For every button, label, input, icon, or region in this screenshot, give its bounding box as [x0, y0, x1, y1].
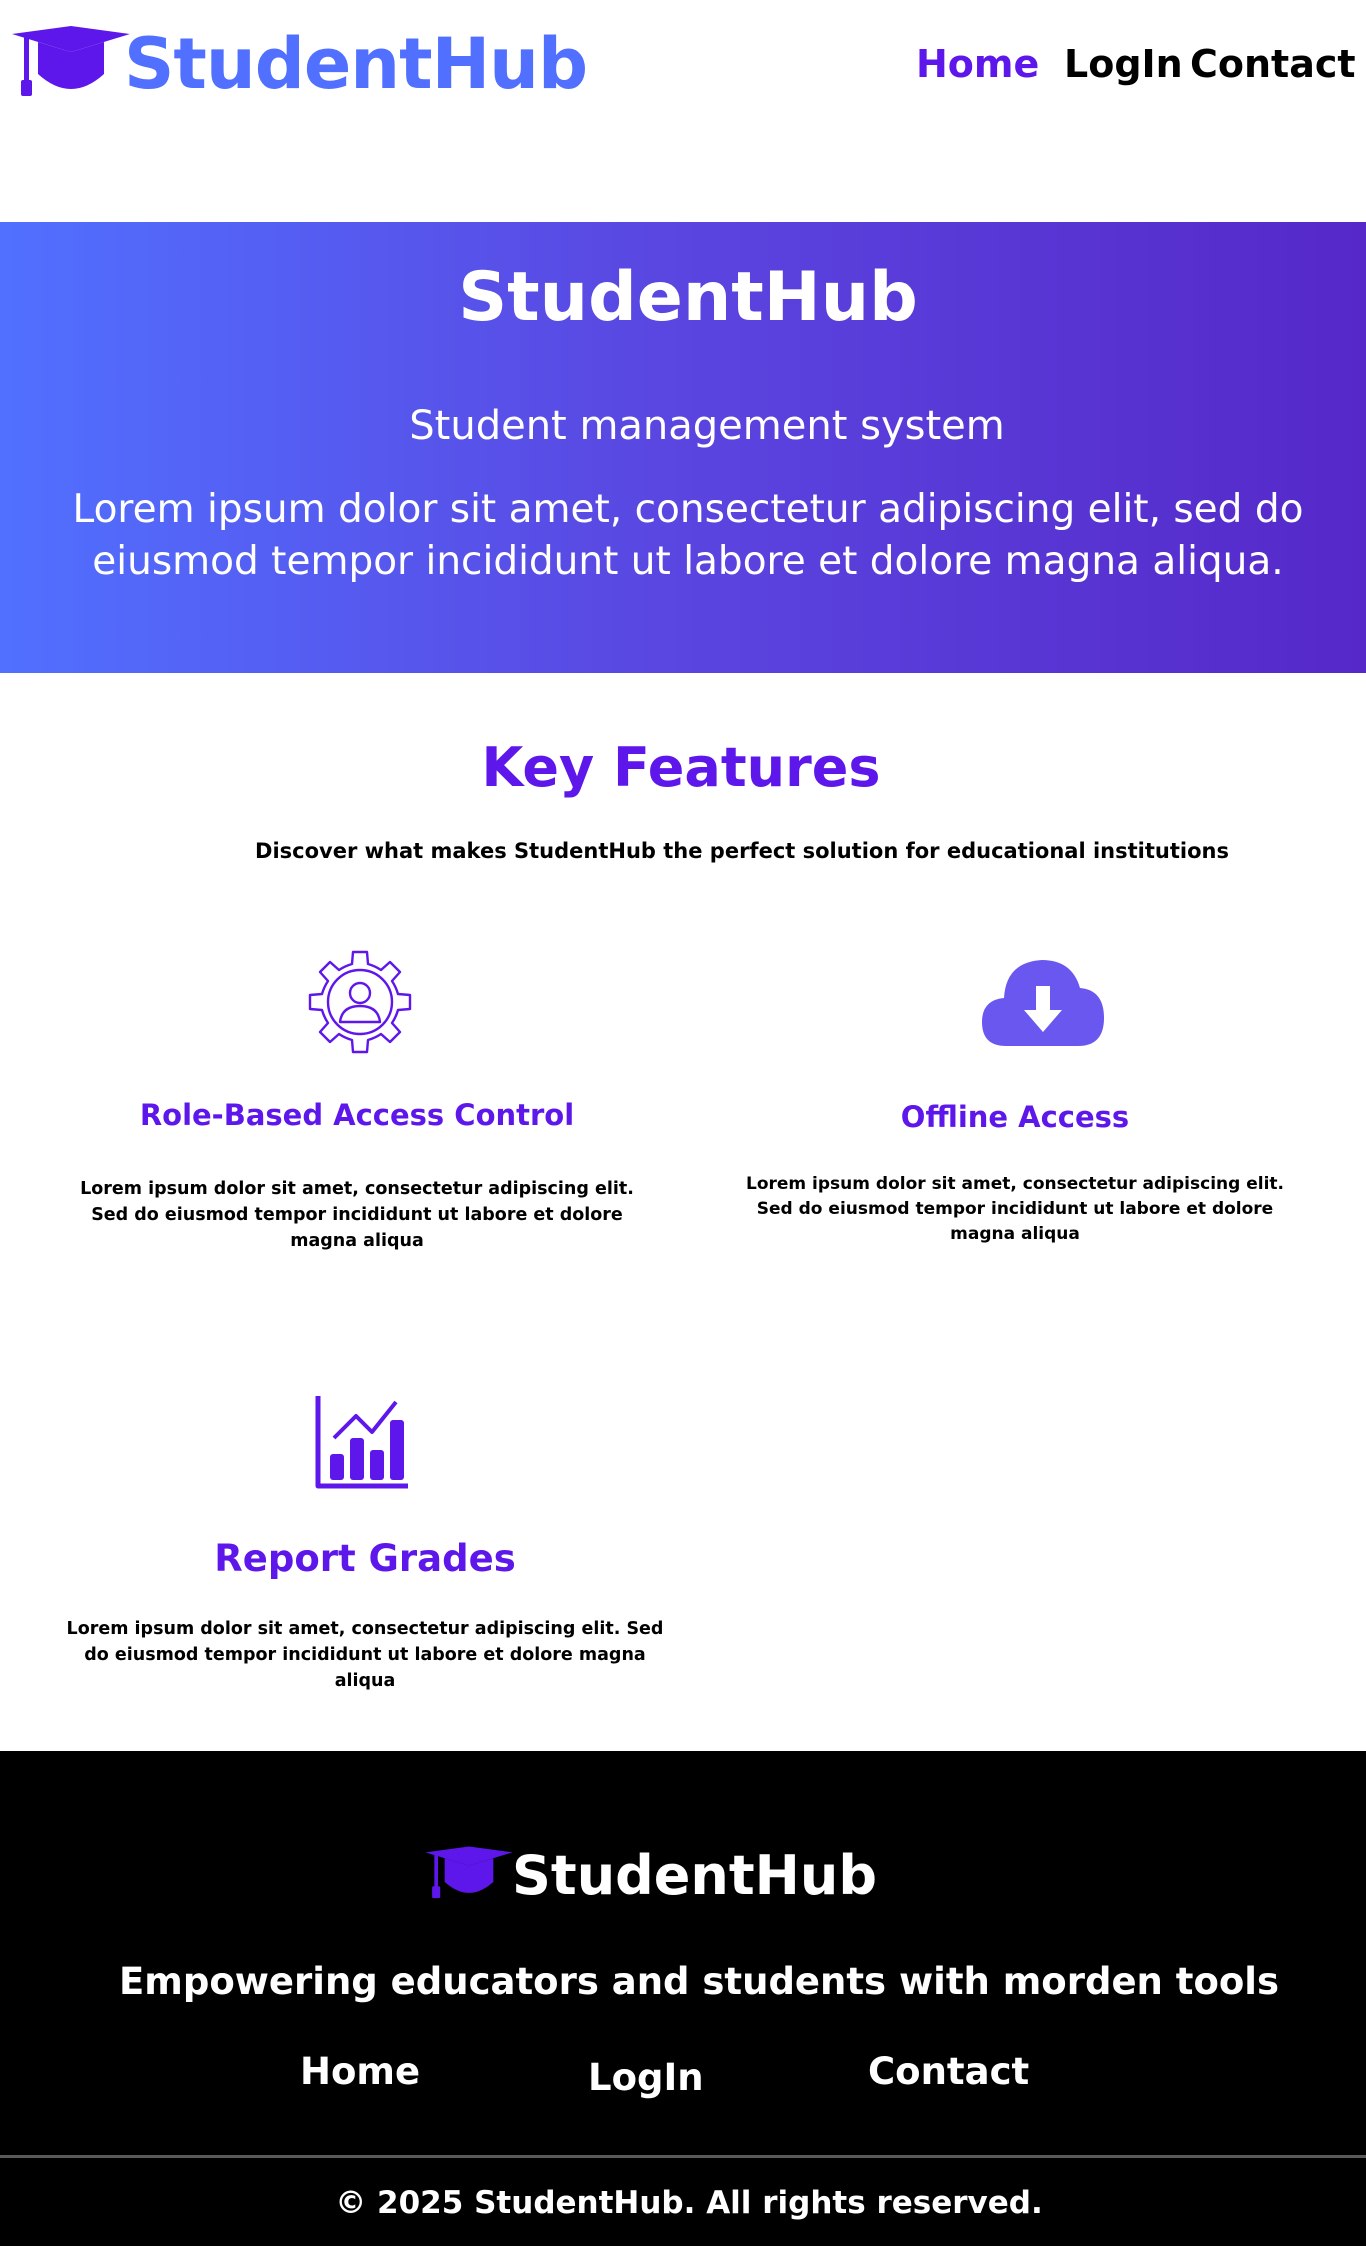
- features-subtitle: Discover what makes StudentHub the perfe…: [255, 839, 1229, 863]
- logo[interactable]: [10, 20, 132, 104]
- graduation-cap-icon: [12, 26, 130, 96]
- feature-description: Lorem ipsum dolor sit amet, consectetur …: [66, 1619, 664, 1691]
- footer-copyright: © 2025 StudentHub. All rights reserved.: [335, 2185, 1043, 2221]
- nav-home-link[interactable]: Home: [916, 40, 1039, 88]
- feature-card-role-access: Role-Based Access Control Lorem ipsum do…: [60, 940, 654, 1251]
- feature-title: Report Grades: [214, 1537, 516, 1580]
- feature-title: Role-Based Access Control: [139, 1098, 575, 1132]
- feature-title: Offline Access: [900, 1100, 1130, 1134]
- cloud-download-icon: [982, 960, 1104, 1046]
- graduation-cap-icon: [425, 1846, 513, 1899]
- footer-nav-contact-link[interactable]: Contact: [868, 2047, 1029, 2097]
- user-gear-icon: [308, 950, 412, 1054]
- hero-subtitle: Student management system: [409, 403, 1005, 449]
- feature-card-offline-access: Offline Access Lorem ipsum dolor sit ame…: [730, 940, 1300, 1244]
- feature-description: Lorem ipsum dolor sit amet, consectetur …: [746, 1174, 1284, 1244]
- footer-divider: [0, 2155, 1366, 2158]
- site-footer: StudentHub Empowering educators and stud…: [0, 1751, 1366, 2246]
- feature-description: Lorem ipsum dolor sit amet, consectetur …: [80, 1179, 634, 1251]
- nav-login-link[interactable]: LogIn: [1064, 40, 1183, 88]
- hero-banner: StudentHub Student management system Lor…: [0, 222, 1366, 673]
- hero-description: Lorem ipsum dolor sit amet, consectetur …: [72, 487, 1304, 584]
- footer-nav-login-link[interactable]: LogIn: [588, 2053, 704, 2103]
- nav-contact-link[interactable]: Contact: [1190, 40, 1356, 88]
- footer-brand-name[interactable]: StudentHub: [512, 1841, 877, 1911]
- footer-tagline: Empowering educators and students with m…: [119, 1960, 1279, 2003]
- feature-card-report-grades: Report Grades Lorem ipsum dolor sit amet…: [60, 1390, 670, 1691]
- footer-nav-home-link[interactable]: Home: [300, 2047, 420, 2097]
- brand-name[interactable]: StudentHub: [124, 24, 588, 104]
- hero-title: StudentHub: [458, 258, 918, 337]
- features-title: Key Features: [481, 736, 881, 799]
- site-header: StudentHub Home LogIn Contact: [0, 0, 1366, 130]
- bar-chart-icon: [315, 1396, 408, 1489]
